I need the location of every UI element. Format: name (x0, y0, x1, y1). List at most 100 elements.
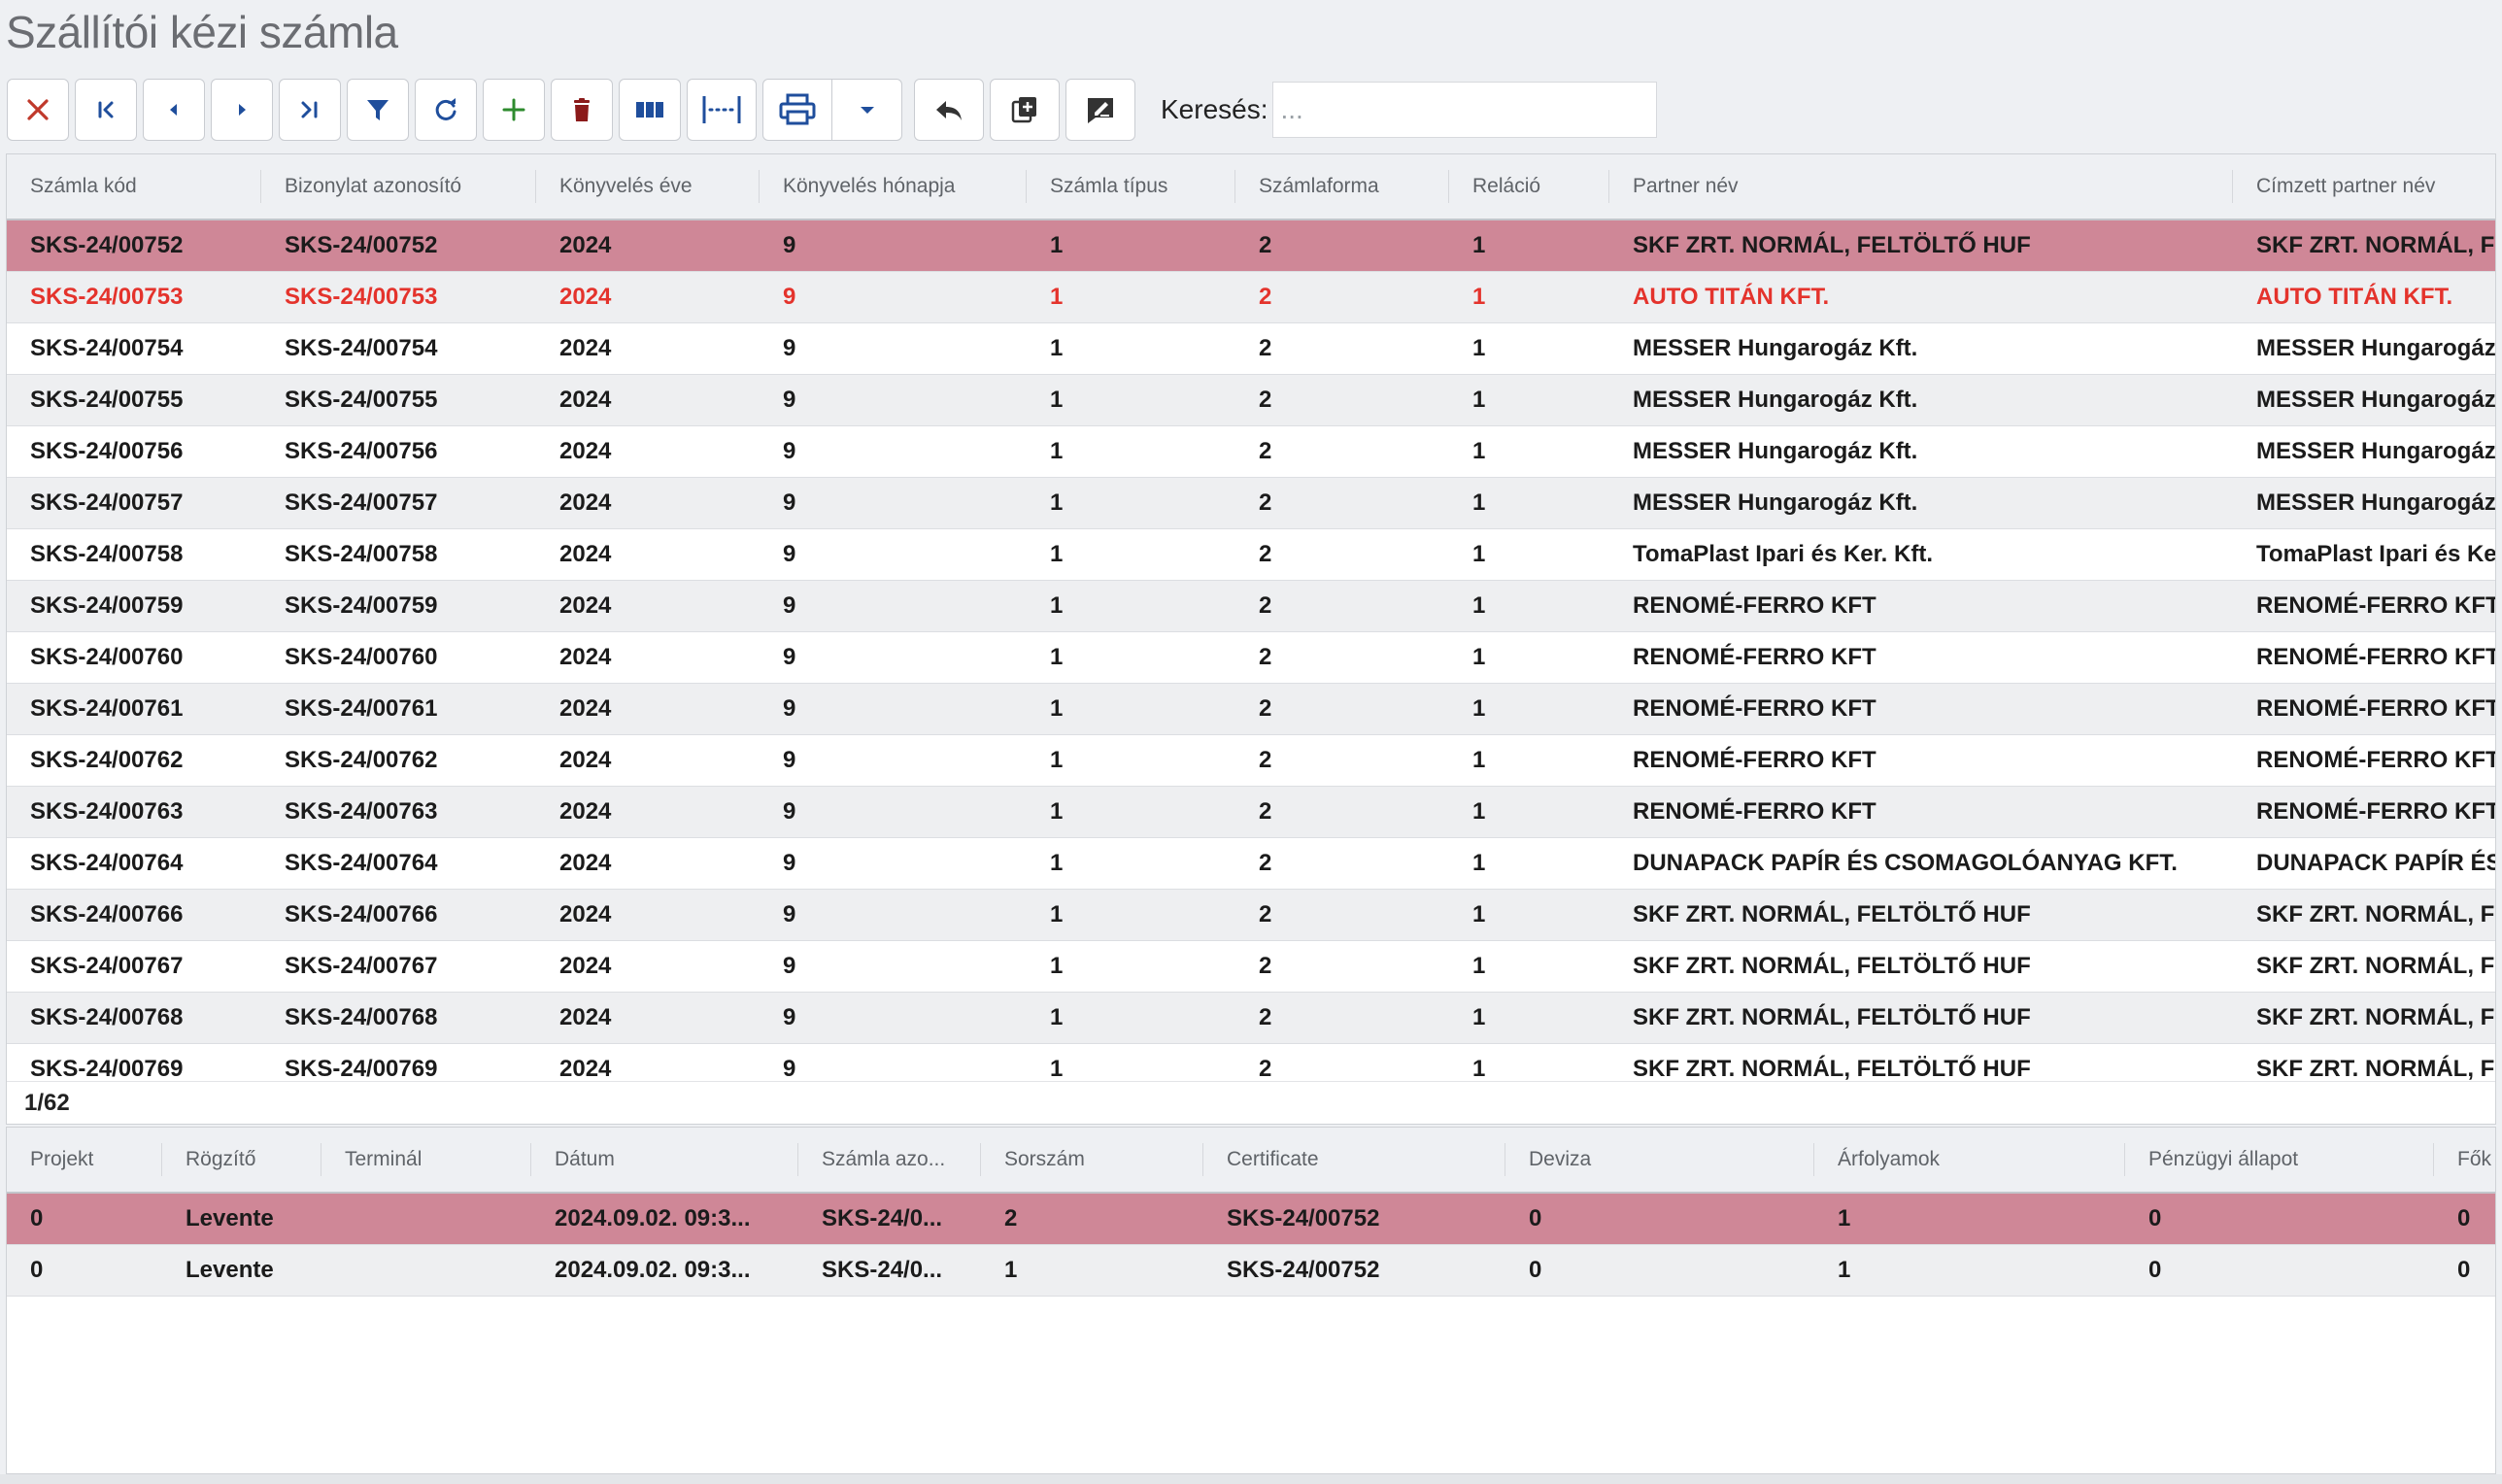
table-row[interactable]: SKS-24/00767 SKS-24/00767 2024 9 1 2 1 SKF ZRT.… (7, 941, 2495, 993)
table-cell: 0 (2148, 1257, 2162, 1283)
table-cell (321, 1194, 531, 1244)
table-cell: SKS-24/00757 (285, 489, 438, 516)
table-cell: 9 (783, 901, 796, 928)
table-row[interactable]: SKS-24/00755 SKS-24/00755 2024 9 1 2 1 MESSER H… (7, 375, 2495, 426)
table-cell: SKS-24/00757 (30, 489, 184, 516)
table-row[interactable]: SKS-24/00754 SKS-24/00754 2024 9 1 2 1 MESSER H… (7, 323, 2495, 375)
table-cell: SKS-24/00764 (30, 850, 184, 876)
table-row[interactable]: 0 Levente 2024.09.02. 09:3... SKS-24/0... 1 S… (7, 1245, 2495, 1297)
prev-record-button[interactable] (143, 79, 205, 141)
table-cell: 2 (1259, 335, 1272, 361)
columns-button[interactable] (619, 79, 681, 141)
column-header[interactable]: Számla azo... (798, 1128, 981, 1192)
column-header[interactable]: Projekt (7, 1128, 162, 1192)
close-icon (27, 99, 49, 120)
column-header[interactable]: Rögzítő (162, 1128, 321, 1192)
next-record-button[interactable] (211, 79, 273, 141)
column-header[interactable]: Terminál (321, 1128, 531, 1192)
table-row[interactable]: SKS-24/00768 SKS-24/00768 2024 9 1 2 1 SKF ZRT.… (7, 993, 2495, 1044)
table-cell: 9 (783, 284, 796, 310)
table-row[interactable]: SKS-24/00763 SKS-24/00763 2024 9 1 2 1 RENOMÉ-F… (7, 787, 2495, 838)
table-cell: SKS-24/00755 (30, 387, 184, 413)
column-header[interactable]: Árfolyamok (1814, 1128, 2125, 1192)
column-header[interactable]: Fők (2434, 1128, 2495, 1192)
add-button[interactable] (483, 79, 545, 141)
table-cell: SKS-24/0... (822, 1205, 943, 1231)
close-button[interactable] (7, 79, 69, 141)
column-header[interactable]: Könyvelés hónapja (760, 154, 1027, 219)
table-cell: 2024 (559, 541, 612, 567)
table-cell: SKS-24/0... (822, 1257, 943, 1283)
print-button[interactable] (762, 79, 832, 141)
pager-indicator: 1/62 (7, 1081, 2495, 1124)
table-row[interactable]: SKS-24/00761 SKS-24/00761 2024 9 1 2 1 RENOMÉ-F… (7, 684, 2495, 735)
table-cell: 1 (1838, 1257, 1851, 1283)
table-cell: 0 (2457, 1205, 2471, 1231)
table-row[interactable]: SKS-24/00753 SKS-24/00753 2024 9 1 2 1 AUTO TIT… (7, 272, 2495, 323)
bottom-scrollbar[interactable] (0, 1474, 2502, 1484)
table-row[interactable]: SKS-24/00758 SKS-24/00758 2024 9 1 2 1 TomaPlas… (7, 529, 2495, 581)
print-menu-button[interactable] (832, 79, 902, 141)
table-row[interactable]: SKS-24/00757 SKS-24/00757 2024 9 1 2 1 MESSER H… (7, 478, 2495, 529)
last-record-button[interactable] (279, 79, 341, 141)
table-row[interactable]: SKS-24/00766 SKS-24/00766 2024 9 1 2 1 SKF ZRT.… (7, 890, 2495, 941)
column-header[interactable]: Számla kód (7, 154, 261, 219)
column-header[interactable]: Dátum (531, 1128, 798, 1192)
table-cell: 1 (1472, 953, 1486, 979)
search-input[interactable] (1271, 82, 1657, 138)
table-cell: SKS-24/00754 (285, 335, 438, 361)
edit-note-button[interactable] (1065, 79, 1135, 141)
table-row[interactable]: 0 Levente 2024.09.02. 09:3... SKS-24/0... 2 S… (7, 1194, 2495, 1245)
copy-add-button[interactable] (990, 79, 1060, 141)
fit-columns-button[interactable] (687, 79, 757, 141)
table-row[interactable]: SKS-24/00752 SKS-24/00752 2024 9 1 2 1 SKF ZRT.… (7, 220, 2495, 272)
column-header[interactable]: Számla típus (1027, 154, 1235, 219)
column-header[interactable]: Reláció (1449, 154, 1609, 219)
table-cell: 1 (1472, 901, 1486, 928)
table-cell: 1 (1472, 438, 1486, 464)
table-cell: 9 (783, 489, 796, 516)
table-cell: 2024 (559, 644, 612, 670)
table-row[interactable]: SKS-24/00756 SKS-24/00756 2024 9 1 2 1 MESSER H… (7, 426, 2495, 478)
table-cell: 9 (783, 747, 796, 773)
table-row[interactable]: SKS-24/00759 SKS-24/00759 2024 9 1 2 1 RENOMÉ-F… (7, 581, 2495, 632)
column-header[interactable]: Könyvelés éve (536, 154, 760, 219)
table-cell: 1 (1050, 644, 1064, 670)
table-cell: 2 (1259, 901, 1272, 928)
column-header[interactable]: Deviza (1505, 1128, 1814, 1192)
table-cell: 9 (783, 541, 796, 567)
table-cell: 2024 (559, 901, 612, 928)
column-header[interactable]: Számlaforma (1235, 154, 1449, 219)
table-cell: SKS-24/00768 (30, 1004, 184, 1030)
table-cell: 9 (783, 438, 796, 464)
table-cell: SKF ZRT. NORMÁL, FELTÖLTŐ HUF (1633, 953, 2031, 979)
refresh-button[interactable] (415, 79, 477, 141)
column-header[interactable]: Címzett partner név (2233, 154, 2495, 219)
table-row[interactable]: SKS-24/00760 SKS-24/00760 2024 9 1 2 1 RENOMÉ-F… (7, 632, 2495, 684)
undo-button[interactable] (914, 79, 984, 141)
table-cell: 2024 (559, 1004, 612, 1030)
first-record-button[interactable] (75, 79, 137, 141)
table-cell: 1 (1472, 232, 1486, 258)
table-row[interactable]: SKS-24/00762 SKS-24/00762 2024 9 1 2 1 RENOMÉ-F… (7, 735, 2495, 787)
table-cell: 2024 (559, 284, 612, 310)
column-header[interactable]: Partner név (1609, 154, 2233, 219)
column-header[interactable]: Sorszám (981, 1128, 1203, 1192)
table-cell: AUTO TITÁN KFT. (2256, 284, 2453, 310)
table-cell: RENOMÉ-FERRO KFT (1633, 798, 1876, 825)
column-header[interactable]: Bizonylat azonosító (261, 154, 536, 219)
table-cell: SKS-24/00752 (1227, 1205, 1380, 1231)
delete-button[interactable] (551, 79, 613, 141)
table-cell: 9 (783, 592, 796, 619)
table-cell: 2024 (559, 438, 612, 464)
invoice-table: Számla kód Bizonylat azonosító Könyvelés é… (6, 153, 2496, 1125)
table-cell: SKS-24/00758 (285, 541, 438, 567)
page-title: Szállítói kézi számla (6, 7, 398, 57)
column-header[interactable]: Certificate (1203, 1128, 1505, 1192)
column-header[interactable]: Pénzügyi állapot (2125, 1128, 2434, 1192)
table-cell: 9 (783, 850, 796, 876)
table-row[interactable]: SKS-24/00764 SKS-24/00764 2024 9 1 2 1 DUNAPACK… (7, 838, 2495, 890)
filter-button[interactable] (347, 79, 409, 141)
detail-table: Projekt Rögzítő Terminál Dátum Számla azo...… (6, 1127, 2496, 1474)
table-cell: SKF ZRT. NORMÁL, F (2256, 232, 2495, 258)
